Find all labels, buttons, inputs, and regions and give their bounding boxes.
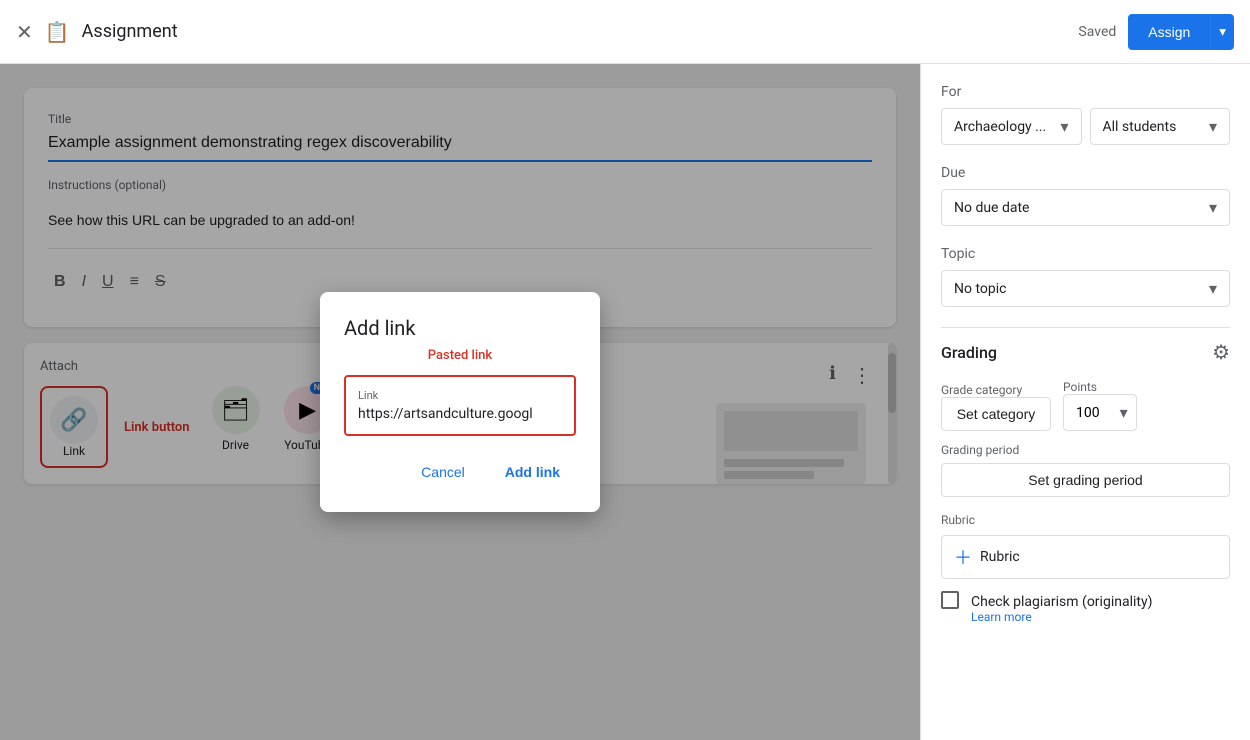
sidebar-topic-section: Topic No topic ▾ [941,246,1230,307]
modal-actions: Cancel Add link [344,456,576,488]
plagiarism-text-wrap: Check plagiarism (originality) Learn mor… [971,591,1152,624]
points-row: 100 ▾ [1063,394,1137,431]
sidebar-due-section: Due No due date ▾ [941,165,1230,226]
points-value: 100 [1064,397,1112,429]
topic-value: No topic [954,281,1006,297]
cancel-button[interactable]: Cancel [405,456,481,488]
grade-category-button[interactable]: Set category [941,397,1051,431]
topic-chevron-icon: ▾ [1209,279,1217,298]
grading-header: Grading ⚙ [941,340,1230,364]
modal-backdrop: Add link Pasted link Link https://artsan… [0,64,920,740]
link-field-value[interactable]: https://artsandculture.googl [358,406,562,422]
for-label: For [941,84,1230,100]
class-value: Archaeology ... [954,119,1046,135]
saved-status: Saved [1078,24,1116,40]
main-layout: Title Instructions (optional) B I U ≡ S … [0,64,1250,740]
topbar-right: Saved Assign ▾ [1078,14,1234,50]
sidebar-for-section: For Archaeology ... ▾ All students ▾ [941,84,1230,145]
assign-button[interactable]: Assign [1128,14,1210,50]
sidebar: For Archaeology ... ▾ All students ▾ Due… [920,64,1250,740]
topic-label: Topic [941,246,1230,262]
link-field-label: Link [358,389,562,402]
gear-icon[interactable]: ⚙ [1212,340,1230,364]
for-row: Archaeology ... ▾ All students ▾ [941,108,1230,145]
assign-dropdown-button[interactable]: ▾ [1210,14,1234,50]
points-col: Points 100 ▾ [1063,380,1137,431]
rubric-add-button[interactable]: ＋ Rubric [941,535,1230,579]
plagiarism-row: Check plagiarism (originality) Learn mor… [941,591,1230,624]
add-link-button[interactable]: Add link [489,456,576,488]
points-dropdown-icon[interactable]: ▾ [1112,395,1136,430]
students-value: All students [1103,119,1177,135]
page-title: Assignment [82,21,178,42]
rubric-add-label: Rubric [980,549,1020,565]
class-dropdown[interactable]: Archaeology ... ▾ [941,108,1082,145]
grading-title: Grading [941,343,997,362]
topbar-left: ✕ 📋 Assignment [16,20,1078,44]
assign-btn-group: Assign ▾ [1128,14,1234,50]
sidebar-grading-section: Grading ⚙ Grade category Set category Po… [941,340,1230,624]
plus-icon: ＋ [954,544,972,570]
grade-category-col: Grade category Set category [941,383,1051,431]
add-link-modal: Add link Pasted link Link https://artsan… [320,292,600,512]
due-dropdown[interactable]: No due date ▾ [941,189,1230,226]
students-chevron-icon: ▾ [1209,117,1217,136]
grade-category-row: Grade category Set category Points 100 ▾ [941,380,1230,431]
link-field-wrap: Link https://artsandculture.googl [344,375,576,436]
due-label: Due [941,165,1230,181]
modal-title: Add link [344,316,576,340]
plagiarism-checkbox[interactable] [941,591,959,609]
grading-period-label: Grading period [941,443,1230,457]
due-value: No due date [954,200,1029,216]
plagiarism-label: Check plagiarism (originality) [971,594,1152,610]
grade-category-label: Grade category [941,383,1051,397]
grading-period-button[interactable]: Set grading period [941,463,1230,497]
class-chevron-icon: ▾ [1060,117,1068,136]
topbar: ✕ 📋 Assignment Saved Assign ▾ [0,0,1250,64]
points-label: Points [1063,380,1137,394]
chevron-down-icon: ▾ [1219,24,1226,40]
doc-icon: 📋 [45,20,70,44]
rubric-label: Rubric [941,513,1230,527]
content-area: Title Instructions (optional) B I U ≡ S … [0,64,920,740]
students-dropdown[interactable]: All students ▾ [1090,108,1231,145]
learn-more-link[interactable]: Learn more [971,610,1152,624]
topic-dropdown[interactable]: No topic ▾ [941,270,1230,307]
pasted-link-label: Pasted link [344,348,576,363]
due-chevron-icon: ▾ [1209,198,1217,217]
close-icon[interactable]: ✕ [16,20,33,44]
